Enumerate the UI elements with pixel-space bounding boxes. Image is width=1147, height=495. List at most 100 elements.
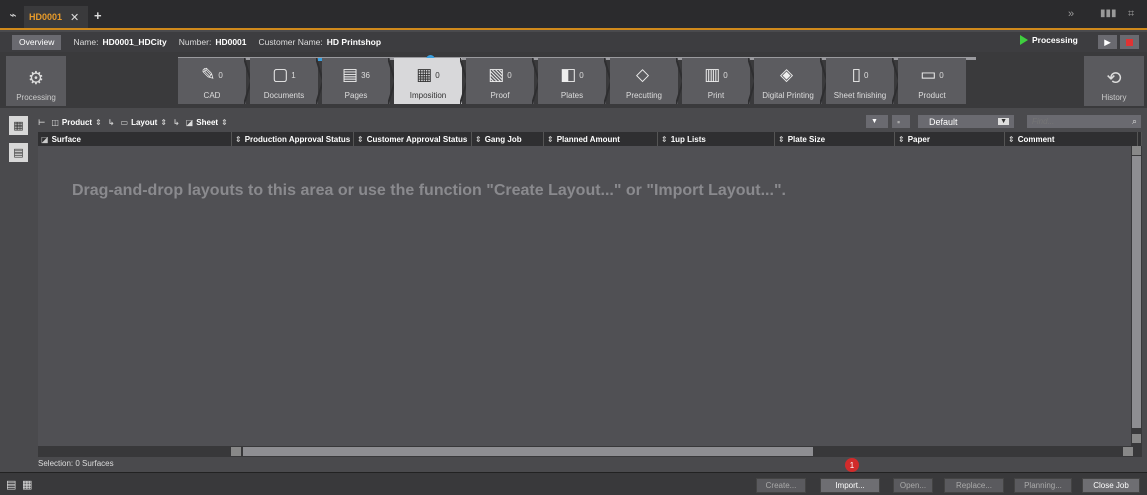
scroll-down-icon[interactable] xyxy=(1132,434,1141,443)
workflow-step[interactable]: ▦ 0 Imposition xyxy=(394,58,462,104)
workflow-step-icon: ◈ xyxy=(780,65,796,85)
collapse-icon[interactable]: » xyxy=(1068,8,1074,20)
workflow-step[interactable]: ▥ 0 Print xyxy=(682,58,750,104)
find-field[interactable]: ⌕ xyxy=(1027,115,1141,128)
step-glyph-icon: ▥ xyxy=(704,65,721,84)
sort-icon[interactable]: ⇕ xyxy=(235,135,242,144)
view-select[interactable]: Default ▼ xyxy=(918,115,1014,128)
save-view-button[interactable]: ▪ xyxy=(892,115,910,128)
workflow-step[interactable]: ✎ 0 CAD xyxy=(178,58,246,104)
workflow-step[interactable]: ▭ 0 Product xyxy=(898,58,966,104)
sort-icon[interactable]: ⇕ xyxy=(1008,135,1015,144)
column-header[interactable]: ◪ Surface xyxy=(38,132,232,146)
import-button[interactable]: Import... xyxy=(820,478,880,493)
workflow-step-label: Plates xyxy=(560,91,584,100)
sort-icon[interactable]: ⇕ xyxy=(547,135,554,144)
step-glyph-icon: ◈ xyxy=(779,65,794,84)
horizontal-scrollbar[interactable] xyxy=(38,446,1142,457)
customer-value: HD Printshop xyxy=(326,37,382,47)
workflow-step-count: 0 xyxy=(507,70,512,80)
sort-icon[interactable]: ⇕ xyxy=(357,135,364,144)
workflow-step[interactable]: ▤ 36 Pages xyxy=(322,58,390,104)
product-filter[interactable]: ◫ Product ⇕ xyxy=(51,118,102,127)
grid-view-icon[interactable]: ▦ xyxy=(22,478,32,491)
workflow-step[interactable]: ◈ Digital Printing xyxy=(754,58,822,104)
column-header[interactable]: ⇕ Plate Size xyxy=(775,132,895,146)
sort-icon[interactable]: ⇕ xyxy=(661,135,668,144)
workflow-step-count: 0 xyxy=(579,70,584,80)
workflow-step-count: 0 xyxy=(218,70,223,80)
overview-button[interactable]: Overview xyxy=(12,34,62,50)
workflow-step[interactable]: ◧ 0 Plates xyxy=(538,58,606,104)
workflow-step[interactable]: ▢ 1 Documents xyxy=(250,58,318,104)
column-header[interactable]: ⇕ Comment xyxy=(1005,132,1138,146)
workflow-step-icon: ✎ 0 xyxy=(201,65,223,85)
layout-filter[interactable]: ▭ Layout ⇕ xyxy=(121,118,168,127)
customer-label: Customer Name: xyxy=(258,37,323,47)
tree-icon[interactable]: ⊢ xyxy=(38,118,45,127)
sort-icon[interactable]: ⇕ xyxy=(778,135,785,144)
workflow-step-count: 0 xyxy=(435,70,440,80)
step-glyph-icon: ▢ xyxy=(272,65,289,84)
workflow-step-label: Proof xyxy=(490,91,510,100)
layout-icon[interactable]: ▮▮▮ xyxy=(1100,8,1117,19)
step-glyph-icon: ▤ xyxy=(342,65,359,84)
product-filter-label: Product xyxy=(61,117,93,127)
play-icon xyxy=(1020,35,1028,45)
column-header-label: Customer Approval Status xyxy=(366,134,468,144)
close-tab-icon[interactable]: ✕ xyxy=(70,11,79,24)
table-header: ◪ Surface ⇕ Production Approval Status ⇕ Cust… xyxy=(38,132,1142,146)
workflow-step-icon: ▧ 0 xyxy=(488,65,512,85)
chevron-down-icon: ▼ xyxy=(998,118,1009,125)
workflow-step[interactable]: ▧ 0 Proof xyxy=(466,58,534,104)
open-button[interactable]: Open... xyxy=(893,478,933,493)
step-glyph-icon: ▦ xyxy=(416,65,433,84)
number-label: Number: xyxy=(178,37,212,47)
vertical-scroll-thumb[interactable] xyxy=(1132,156,1141,428)
sort-icon[interactable]: ⇕ xyxy=(898,135,905,144)
create-button[interactable]: Create... xyxy=(756,478,806,493)
sort-icon[interactable]: ⇕ xyxy=(475,135,482,144)
new-tab-button[interactable]: + xyxy=(94,8,102,23)
column-header[interactable]: ⇕ Production Approval Status xyxy=(232,132,354,146)
scroll-up-icon[interactable] xyxy=(1132,146,1141,155)
play-small-icon: ▶ xyxy=(1104,36,1111,47)
job-tab[interactable]: HD0001 ✕ xyxy=(24,6,88,28)
sheet-view-icon[interactable]: ▤ xyxy=(9,143,28,162)
scroll-right-icon[interactable] xyxy=(1123,447,1133,456)
horizontal-scroll-thumb[interactable] xyxy=(243,447,813,456)
app-logo-icon: ⌁ xyxy=(9,8,17,22)
start-button[interactable]: ▶ xyxy=(1098,35,1117,49)
workflow-step[interactable]: ▯ 0 Sheet finishing xyxy=(826,58,894,104)
workflow-step-count: 0 xyxy=(723,70,728,80)
replace-button[interactable]: Replace... xyxy=(944,478,1004,493)
close-job-button[interactable]: Close Job xyxy=(1082,478,1140,493)
stop-icon xyxy=(1126,38,1133,46)
product-icon: ◫ xyxy=(51,117,59,127)
workflow-step-icon: ▯ 0 xyxy=(852,65,869,85)
sheet-filter[interactable]: ◪ Sheet ⇕ xyxy=(186,118,228,127)
workflow-step-label: CAD xyxy=(203,91,221,100)
expand-dropdown[interactable]: ▼ xyxy=(866,115,888,128)
workflow-step-label: Pages xyxy=(344,91,368,100)
list-view-icon[interactable]: ▤ xyxy=(6,478,16,491)
layout-view-icon[interactable]: ▦ xyxy=(9,116,28,135)
column-header[interactable]: ⇕ Paper xyxy=(895,132,1005,146)
panel-icon[interactable]: ⌗ xyxy=(1128,8,1134,21)
column-header[interactable]: ⇕ Gang Job xyxy=(472,132,544,146)
selection-status: Selection: 0 Surfaces xyxy=(38,459,114,468)
title-bar: ⌁ HD0001 ✕ + » ▮▮▮ ⌗ xyxy=(0,0,1147,30)
column-header[interactable]: ⇕ Planned Amount xyxy=(544,132,658,146)
name-value: HD0001_HDCity xyxy=(102,37,167,47)
stop-button[interactable] xyxy=(1120,35,1139,49)
sheet-icon: ◪ xyxy=(185,117,194,127)
column-header[interactable]: ⇕ Customer Approval Status xyxy=(354,132,472,146)
planning-button[interactable]: Planning... xyxy=(1014,478,1072,493)
scroll-left-icon[interactable] xyxy=(231,447,241,456)
search-icon[interactable]: ⌕ xyxy=(1132,116,1137,127)
column-header[interactable]: ⇕ 1up Lists xyxy=(658,132,775,146)
column-chooser-icon[interactable] xyxy=(1138,132,1142,146)
find-input[interactable] xyxy=(1032,117,1120,126)
vertical-scrollbar[interactable] xyxy=(1131,146,1142,446)
workflow-step[interactable]: ◇ Precutting xyxy=(610,58,678,104)
